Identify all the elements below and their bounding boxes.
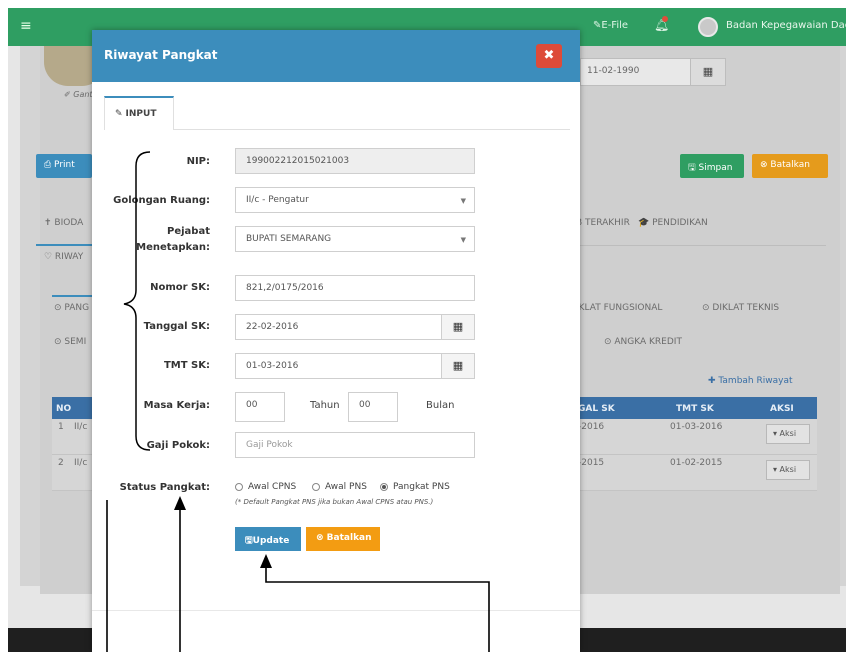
nomor-sk-label: Nomor SK:: [150, 282, 210, 293]
user-avatar[interactable]: [698, 17, 718, 37]
calendar-icon[interactable]: ▦: [690, 58, 726, 86]
row-no: 1: [58, 422, 64, 432]
nip-label: NIP:: [186, 156, 210, 167]
birthdate-field[interactable]: 11-02-1990: [580, 58, 698, 86]
org-name[interactable]: Badan Kepegawaian Daerah: [726, 20, 854, 31]
print-button[interactable]: ⎙ Print: [36, 154, 92, 178]
tab-riwayat[interactable]: ♡ RIWAY: [44, 252, 83, 262]
tab-biodata[interactable]: ✝ BIODA: [44, 218, 83, 228]
tab-input[interactable]: ✎ INPUT: [104, 96, 174, 130]
masa-kerja-bulan-field[interactable]: 00: [348, 392, 398, 422]
calendar-icon[interactable]: ▦: [441, 353, 475, 379]
pejabat-select[interactable]: BUPATI SEMARANG ▼: [235, 226, 475, 252]
window-edge: [846, 0, 854, 652]
ganti-foto-link[interactable]: ✐ Gant: [64, 90, 93, 99]
aksi-dropdown[interactable]: ▾ Aksi: [766, 460, 810, 480]
th-tmt-sk: TMT SK: [676, 404, 714, 414]
subtab-seminar[interactable]: ⊙ SEMI: [54, 337, 86, 347]
hamburger-icon[interactable]: ≡: [20, 18, 32, 34]
batalkan-button[interactable]: ⊗ Batalkan: [306, 527, 380, 551]
update-button[interactable]: 🖫Update: [235, 527, 301, 551]
chevron-down-icon: ▼: [460, 197, 466, 205]
radio-pangkat-pns-label[interactable]: Pangkat PNS: [393, 482, 450, 492]
close-button[interactable]: ✖: [536, 44, 562, 68]
subtab-diklat-fungsional[interactable]: IKLAT FUNGSIONAL: [576, 303, 662, 313]
tmt-sk-field[interactable]: 01-03-2016: [235, 353, 443, 379]
subtab-angka-kredit[interactable]: ⊙ ANGKA KREDIT: [604, 337, 682, 347]
calendar-icon[interactable]: ▦: [441, 314, 475, 340]
golongan-value: II/c - Pengatur: [246, 195, 309, 205]
tmt-sk-label: TMT SK:: [163, 360, 210, 371]
masa-kerja-label: Masa Kerja:: [143, 400, 210, 411]
tambah-riwayat-link[interactable]: ✚ Tambah Riwayat: [708, 376, 793, 386]
tanggal-sk-label: Tanggal SK:: [143, 321, 210, 332]
golongan-select[interactable]: II/c - Pengatur ▼: [235, 187, 475, 213]
efile-link[interactable]: ✎E-File: [593, 20, 628, 31]
modal-header: Riwayat Pangkat ✖: [92, 30, 580, 82]
th-tgl-sk: GAL SK: [578, 404, 615, 414]
row-tmt: 01-02-2015: [670, 458, 723, 468]
simpan-button[interactable]: 🖫 Simpan: [680, 154, 744, 178]
status-hint: (* Default Pangkat PNS jika bukan Awal C…: [235, 498, 434, 506]
bulan-label: Bulan: [426, 400, 455, 411]
row-tmt: 01-03-2016: [670, 422, 723, 432]
nip-field[interactable]: 199002212015021003: [235, 148, 475, 174]
row-tgl: -2015: [578, 458, 605, 468]
chevron-down-icon: ▼: [460, 236, 466, 244]
riwayat-pangkat-modal: Riwayat Pangkat ✖ ✎ INPUT NIP: 1990022120…: [92, 30, 580, 652]
subtab-pangkat[interactable]: ⊙ PANG: [54, 303, 89, 313]
modal-divider: [92, 610, 580, 611]
golongan-label: Golongan Ruang:: [113, 195, 210, 206]
modal-title: Riwayat Pangkat: [104, 48, 218, 62]
pejabat-label-line2: Menetapkan:: [136, 242, 210, 253]
subtab-diklat-teknis[interactable]: ⊙ DIKLAT TEKNIS: [702, 303, 779, 313]
radio-awal-pns-label[interactable]: Awal PNS: [325, 482, 367, 492]
tab-terakhir[interactable]: B TERAKHIR: [576, 218, 630, 228]
row-gol: II/c: [74, 458, 88, 468]
th-no: NO: [56, 404, 72, 414]
row-no: 2: [58, 458, 64, 468]
radio-awal-cpns[interactable]: [235, 483, 243, 491]
row-tgl: -2016: [578, 422, 605, 432]
pencil-icon: ✎: [115, 109, 123, 119]
tab-pendidikan[interactable]: 🎓 PENDIDIKAN: [638, 218, 708, 228]
gaji-pokok-label: Gaji Pokok:: [146, 440, 210, 451]
status-pangkat-label: Status Pangkat:: [119, 482, 210, 493]
radio-awal-cpns-label[interactable]: Awal CPNS: [248, 482, 296, 492]
gaji-pokok-field[interactable]: Gaji Pokok: [235, 432, 475, 458]
batalkan-bg-button[interactable]: ⊗ Batalkan: [752, 154, 828, 178]
screen: ≡ ✎E-File 🔔︎ Badan Kepegawaian Daerah ✐ …: [0, 0, 854, 652]
notification-dot: [662, 16, 668, 22]
tab-input-label: INPUT: [125, 109, 157, 119]
tanggal-sk-field[interactable]: 22-02-2016: [235, 314, 443, 340]
pejabat-value: BUPATI SEMARANG: [246, 234, 332, 244]
masa-kerja-tahun-field[interactable]: 00: [235, 392, 285, 422]
pejabat-label-line1: Pejabat: [167, 226, 210, 237]
tahun-label: Tahun: [310, 400, 340, 411]
modal-tabbar: ✎ INPUT: [104, 96, 570, 130]
nomor-sk-field[interactable]: 821,2/0175/2016: [235, 275, 475, 301]
radio-awal-pns[interactable]: [312, 483, 320, 491]
th-aksi: AKSI: [770, 404, 794, 414]
radio-pangkat-pns[interactable]: [380, 483, 388, 491]
row-gol: II/c: [74, 422, 88, 432]
aksi-dropdown[interactable]: ▾ Aksi: [766, 424, 810, 444]
